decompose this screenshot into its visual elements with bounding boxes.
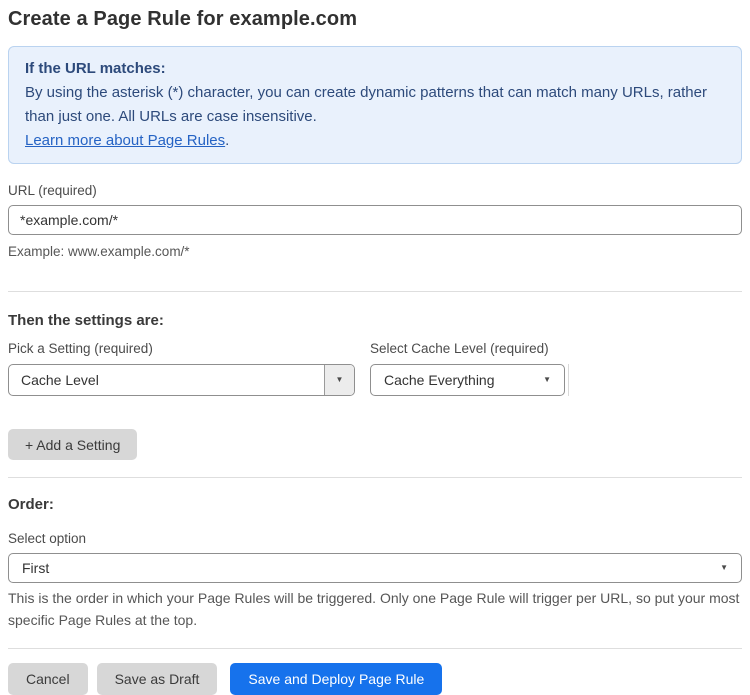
order-section-heading: Order: xyxy=(8,496,54,513)
cache-level-column: Select Cache Level (required) Cache Ever… xyxy=(370,340,582,396)
setting-picker-label: Pick a Setting (required) xyxy=(8,341,153,356)
save-deploy-button[interactable]: Save and Deploy Page Rule xyxy=(230,663,443,695)
settings-row: Pick a Setting (required) Cache Level ▼ … xyxy=(8,340,742,396)
url-helper-text: Example: www.example.com/* xyxy=(8,244,190,259)
info-box-link-line: Learn more about Page Rules. xyxy=(25,129,725,153)
chevron-down-icon[interactable]: ▼ xyxy=(324,365,354,395)
cache-level-select-value: Cache Everything xyxy=(384,372,495,388)
create-page-rule-form: Create a Page Rule for example.com If th… xyxy=(0,0,750,695)
info-box-body: By using the asterisk (*) character, you… xyxy=(25,84,707,125)
cancel-button[interactable]: Cancel xyxy=(8,663,88,695)
setting-select[interactable]: Cache Level ▼ xyxy=(8,364,355,396)
divider xyxy=(8,648,742,649)
add-setting-button[interactable]: + Add a Setting xyxy=(8,429,138,460)
divider xyxy=(8,291,742,292)
save-draft-button[interactable]: Save as Draft xyxy=(96,663,218,695)
order-select-label: Select option xyxy=(8,531,87,546)
divider xyxy=(8,477,742,478)
footer-actions: Cancel Save as Draft Save and Deploy Pag… xyxy=(8,663,742,695)
cache-level-select-wrap: Cache Everything ▼ xyxy=(370,357,582,396)
url-match-info-box: If the URL matches: By using the asteris… xyxy=(8,46,742,164)
chevron-down-icon: ▼ xyxy=(543,375,551,384)
setting-select-value: Cache Level xyxy=(21,372,99,388)
info-box-heading: If the URL matches: xyxy=(25,60,166,77)
url-input[interactable] xyxy=(8,205,742,235)
link-period: . xyxy=(225,132,230,149)
cache-level-label: Select Cache Level (required) xyxy=(370,341,549,356)
order-helper-text: This is the order in which your Page Rul… xyxy=(8,590,740,628)
learn-more-link[interactable]: Learn more about Page Rules xyxy=(25,132,225,149)
order-select[interactable]: First ▼ xyxy=(8,553,742,583)
cache-level-select[interactable]: Cache Everything ▼ xyxy=(370,364,565,396)
order-select-value: First xyxy=(22,560,50,576)
dropdown-arrow-glyph: ▼ xyxy=(335,375,344,384)
url-label: URL (required) xyxy=(8,183,97,198)
setting-picker-column: Pick a Setting (required) Cache Level ▼ xyxy=(8,340,355,396)
page-title: Create a Page Rule for example.com xyxy=(8,8,358,30)
column-divider xyxy=(568,364,569,396)
chevron-down-icon: ▼ xyxy=(720,563,728,572)
settings-section-heading: Then the settings are: xyxy=(8,312,164,329)
